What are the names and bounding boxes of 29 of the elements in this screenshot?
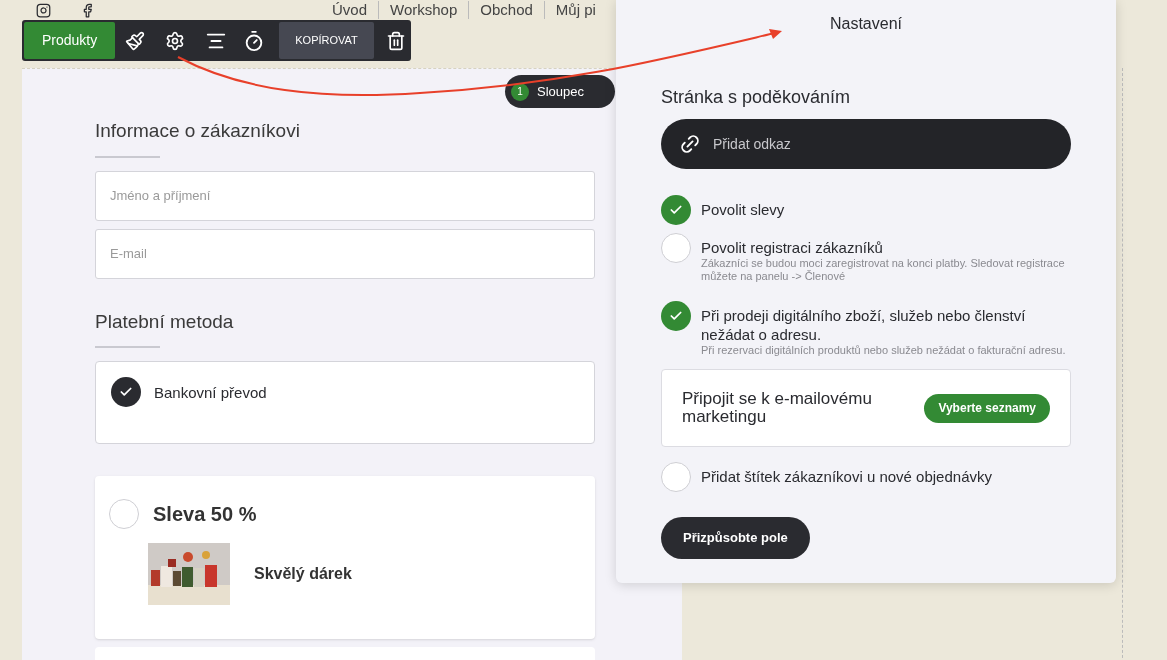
text-field[interactable]: E-mail bbox=[95, 228, 595, 279]
select-lists-button[interactable]: Vyberte seznamy bbox=[924, 393, 1050, 423]
nav-link[interactable]: Úvod bbox=[321, 1, 379, 19]
option-hint: Při rezervaci digitálních produktů nebo služeb nežádat o fakturační adresu. bbox=[701, 344, 1067, 357]
link-field[interactable]: Přidat odkaz bbox=[661, 119, 1071, 169]
nav-link[interactable]: Workshop bbox=[378, 1, 469, 19]
product-name: Skvělý dárek bbox=[254, 564, 352, 584]
products-button[interactable]: Produkty bbox=[24, 22, 116, 59]
payment-label: Bankovní převod bbox=[154, 383, 267, 403]
nav-link[interactable]: Obchod bbox=[468, 1, 544, 19]
column-badge[interactable]: 1 Sloupec bbox=[505, 75, 615, 108]
customize-fields-button[interactable]: Přizpůsobte pole bbox=[661, 517, 810, 559]
option-label: Přidat štítek zákazníkovi u nové objednávky bbox=[701, 466, 992, 487]
option-label: Při prodeji digitálního zboží, služeb nebo členství nežádat o adresu. bbox=[701, 306, 1027, 344]
section-title: Stránka s poděkováním bbox=[661, 86, 852, 109]
copy-button[interactable]: KOPÍROVAT bbox=[279, 22, 374, 59]
product-card[interactable]: Sleva 50 % Skvělý dárek bbox=[95, 476, 595, 639]
text-field[interactable]: Jméno a příjmení bbox=[95, 170, 595, 221]
section-title: Platební metoda bbox=[95, 309, 235, 334]
option-label: Povolit slevy bbox=[701, 200, 785, 219]
section-title: Informace o zákazníkovi bbox=[95, 119, 301, 143]
option-hint: Zákazníci se budou moci zaregistrovat na konci platby. Sledovat registrace můžete na panelu -> Členové bbox=[701, 257, 1066, 283]
product-title: Sleva 50 % bbox=[153, 502, 257, 527]
panel-title: Nastavení bbox=[829, 14, 902, 34]
marketing-label: Připojit se k e-mailovému marketingu bbox=[682, 390, 873, 426]
payment-option[interactable]: Bankovní převod bbox=[95, 361, 595, 444]
option-label: Povolit registraci zákazníků bbox=[701, 238, 884, 257]
column-label: Sloupec bbox=[537, 82, 584, 101]
nav-link[interactable]: Můj pi bbox=[543, 1, 607, 19]
